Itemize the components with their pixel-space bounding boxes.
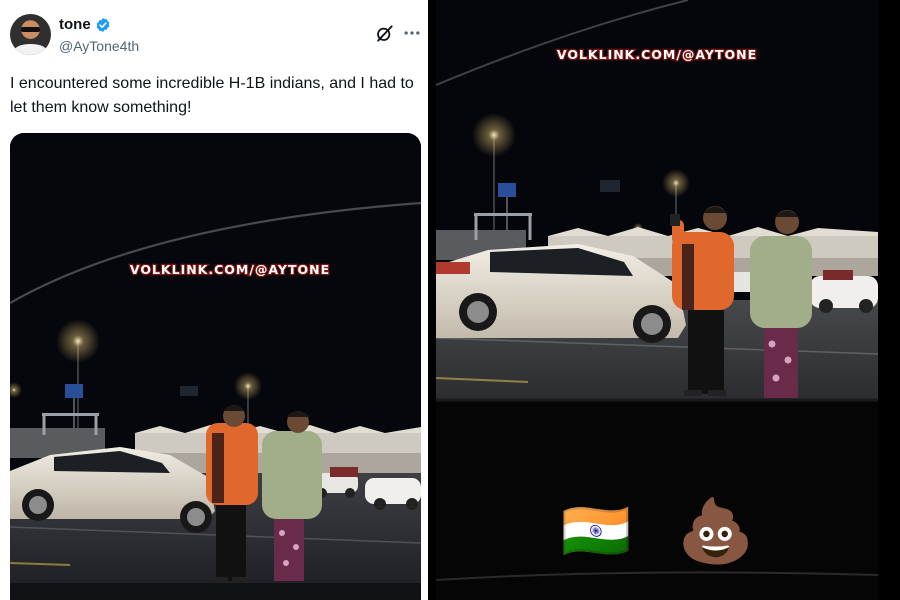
avatar[interactable] xyxy=(10,14,51,55)
tweet-text: I encountered some incredible H-1B india… xyxy=(10,75,414,116)
video-scene: VOLKLINK.COM/@AYTONE 🇮🇳 💩 xyxy=(428,0,900,600)
india-flag-emoji: 🇮🇳 xyxy=(561,499,631,564)
more-dots-icon[interactable] xyxy=(402,23,422,43)
tweet-card: tone @AyTone4th I encountered some incre… xyxy=(0,0,428,600)
media-watermark: VOLKLINK.COM/@AYTONE xyxy=(130,262,330,277)
tweet-media-video[interactable]: VOLKLINK.COM/@AYTONE xyxy=(10,133,421,600)
parking-lot-scene: VOLKLINK.COM/@AYTONE xyxy=(10,133,421,600)
author-handle[interactable]: @AyTone4th xyxy=(59,38,139,54)
video-watermark: VOLKLINK.COM/@AYTONE xyxy=(557,47,757,62)
grok-icon[interactable] xyxy=(375,24,394,43)
verified-badge-icon xyxy=(96,17,110,32)
author-display-name[interactable]: tone xyxy=(59,16,91,33)
video-frame[interactable]: VOLKLINK.COM/@AYTONE 🇮🇳 💩 xyxy=(428,0,900,600)
author-name-row: tone xyxy=(59,16,111,33)
poop-emoji: 💩 xyxy=(677,494,754,567)
